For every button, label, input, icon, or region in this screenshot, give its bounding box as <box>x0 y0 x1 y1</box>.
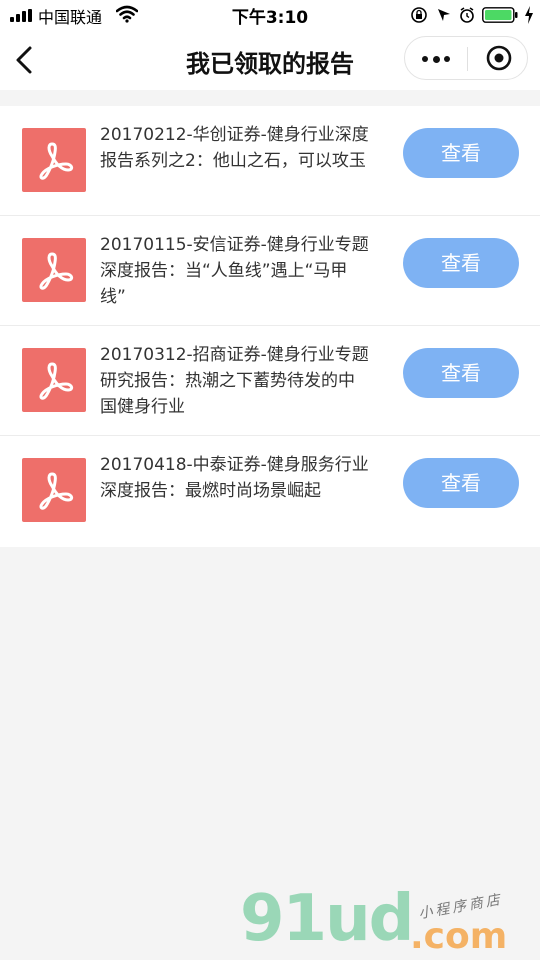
report-title[interactable]: 20170212-华创证券-健身行业深度报告系列之2：他山之石，可以攻玉 <box>100 122 370 174</box>
list-item: 20170212-华创证券-健身行业深度报告系列之2：他山之石，可以攻玉 查看 <box>0 106 540 216</box>
close-miniprogram-button[interactable] <box>468 37 528 79</box>
pdf-icon <box>22 128 86 192</box>
report-title[interactable]: 20170115-安信证券-健身行业专题深度报告：当“人鱼线”遇上“马甲线” <box>100 232 370 310</box>
view-button[interactable]: 查看 <box>403 458 519 508</box>
alarm-icon <box>460 7 474 23</box>
nav-bar: 我已领取的报告 <box>0 30 540 90</box>
report-list: 20170212-华创证券-健身行业深度报告系列之2：他山之石，可以攻玉 查看 … <box>0 106 540 547</box>
pdf-icon <box>22 458 86 522</box>
more-button[interactable] <box>405 37 467 79</box>
rotation-lock-icon <box>411 7 427 23</box>
watermark-suffix: .com <box>410 916 508 957</box>
watermark-logo: 91ud 小程序商店 .com <box>240 880 540 960</box>
menu-capsule <box>404 36 528 80</box>
target-close-icon <box>486 45 512 71</box>
location-icon <box>438 9 450 21</box>
report-title[interactable]: 20170312-招商证券-健身行业专题研究报告：热潮之下蓄势待发的中国健身行业 <box>100 342 370 420</box>
view-button[interactable]: 查看 <box>403 348 519 398</box>
view-button[interactable]: 查看 <box>403 128 519 178</box>
page: 中国联通 下午3:10 我已领取的报告 20170212-华创证券-健身行业深度… <box>0 0 540 960</box>
list-item: 20170115-安信证券-健身行业专题深度报告：当“人鱼线”遇上“马甲线” 查… <box>0 216 540 326</box>
list-item: 20170418-中泰证券-健身服务行业深度报告：最燃时尚场景崛起 查看 <box>0 436 540 547</box>
report-title[interactable]: 20170418-中泰证券-健身服务行业深度报告：最燃时尚场景崛起 <box>100 452 370 504</box>
watermark-main: 91ud <box>240 882 414 956</box>
view-button[interactable]: 查看 <box>403 238 519 288</box>
battery-icon <box>482 7 518 23</box>
pdf-icon <box>22 348 86 412</box>
status-icons <box>411 7 474 23</box>
charging-icon <box>525 6 533 24</box>
status-bar: 中国联通 下午3:10 <box>0 0 540 30</box>
pdf-icon <box>22 238 86 302</box>
list-item: 20170312-招商证券-健身行业专题研究报告：热潮之下蓄势待发的中国健身行业… <box>0 326 540 436</box>
